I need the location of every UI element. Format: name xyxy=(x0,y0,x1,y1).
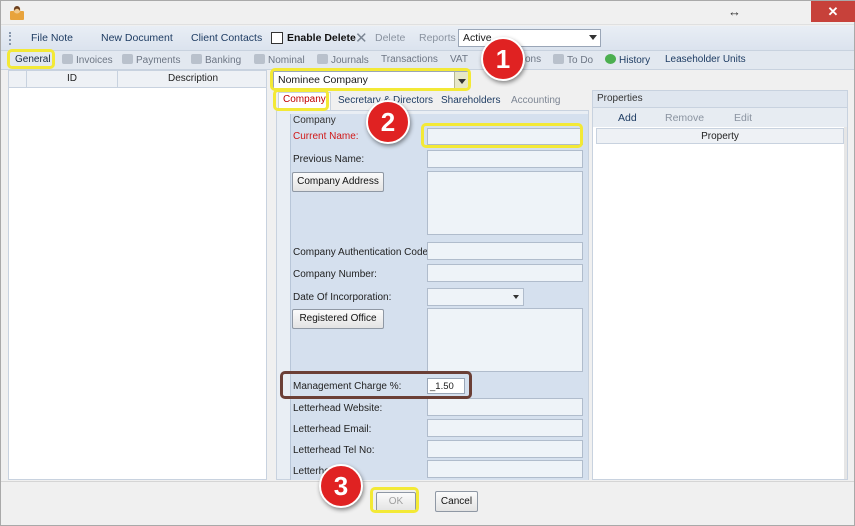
letterhead-tel-input[interactable] xyxy=(427,440,583,458)
chevron-down-icon xyxy=(589,35,597,40)
auth-code-input[interactable] xyxy=(427,242,583,260)
properties-panel: Properties Add Remove Edit Property xyxy=(592,90,848,480)
tab-secretary-directors[interactable]: Secretary & Directors xyxy=(338,95,433,106)
property-column-header[interactable]: Property xyxy=(596,128,844,144)
tab-banking-label: Banking xyxy=(205,55,242,66)
tab-to-do-label: To Do xyxy=(567,55,594,66)
tab-general[interactable]: General xyxy=(15,54,51,65)
group-title: Company xyxy=(293,115,336,126)
properties-title: Properties xyxy=(593,91,847,108)
journals-icon xyxy=(317,54,328,64)
globe-icon xyxy=(605,54,616,64)
nominal-icon xyxy=(254,54,265,64)
letterhead-fax-input[interactable] xyxy=(427,460,583,478)
tab-leaseholder-units[interactable]: Leaseholder Units xyxy=(665,54,746,65)
file-note-button[interactable]: File Note xyxy=(31,32,73,44)
tab-journals[interactable]: Journals xyxy=(317,54,369,66)
enable-delete-checkbox[interactable] xyxy=(271,32,283,44)
company-address-textarea[interactable] xyxy=(427,171,583,235)
tab-invoices-label: Invoices xyxy=(76,55,113,66)
tab-partially-hidden[interactable]: ons xyxy=(525,54,541,65)
title-bar: ↔ ✕ xyxy=(1,1,855,25)
resize-icon[interactable]: ↔ xyxy=(728,4,741,19)
delete-button[interactable]: Delete xyxy=(375,32,405,44)
tab-payments[interactable]: Payments xyxy=(122,54,180,66)
tab-to-do[interactable]: To Do xyxy=(553,54,593,66)
reports-button[interactable]: Reports xyxy=(419,32,456,44)
chevron-down-icon xyxy=(454,72,468,89)
tab-banking[interactable]: Banking xyxy=(191,54,241,66)
dialog-footer: OK Cancel xyxy=(1,481,854,525)
registered-office-button[interactable]: Registered Office xyxy=(292,309,384,329)
auth-code-label: Company Authentication Code: xyxy=(293,247,431,258)
current-name-input[interactable] xyxy=(427,128,583,145)
add-property-button[interactable]: Add xyxy=(618,112,637,124)
close-button[interactable]: ✕ xyxy=(811,1,855,22)
tab-shareholders[interactable]: Shareholders xyxy=(441,95,500,106)
banking-icon xyxy=(191,54,202,64)
remove-property-button[interactable]: Remove xyxy=(665,112,704,124)
tab-transactions[interactable]: Transactions xyxy=(381,54,438,65)
grid-header: ID Description xyxy=(9,71,266,88)
grid-col-id[interactable]: ID xyxy=(27,73,117,84)
sub-tab-bar: Company Secretary & Directors Shareholde… xyxy=(271,92,589,110)
registered-office-textarea[interactable] xyxy=(427,308,583,372)
user-icon xyxy=(10,6,24,20)
delete-icon: ✕ xyxy=(355,30,368,47)
new-document-button[interactable]: New Document xyxy=(101,32,173,44)
letterhead-email-label: Letterhead Email: xyxy=(293,424,372,435)
properties-toolbar: Add Remove Edit xyxy=(593,108,847,127)
previous-name-label: Previous Name: xyxy=(293,154,365,165)
management-charge-input[interactable]: _1.50 xyxy=(427,378,465,394)
enable-delete-label[interactable]: Enable Delete xyxy=(287,32,356,44)
tab-invoices[interactable]: Invoices xyxy=(62,54,113,66)
previous-name-input[interactable] xyxy=(427,150,583,168)
payments-icon xyxy=(122,54,133,64)
ok-button[interactable]: OK xyxy=(376,492,416,512)
company-number-label: Company Number: xyxy=(293,269,377,280)
records-grid[interactable]: ID Description xyxy=(8,70,267,480)
letterhead-email-input[interactable] xyxy=(427,419,583,437)
status-select[interactable]: Active xyxy=(458,29,601,47)
management-charge-label: Management Charge %: xyxy=(293,381,402,392)
company-address-button[interactable]: Company Address xyxy=(292,172,384,192)
scrollbar[interactable] xyxy=(844,127,847,479)
current-name-label: Current Name: xyxy=(293,131,359,142)
nav-toolbar: General Invoices Payments Banking Nomina… xyxy=(1,51,854,70)
tab-nominal-label: Nominal xyxy=(268,55,305,66)
date-of-incorporation-picker[interactable] xyxy=(427,288,524,306)
tab-accounting[interactable]: Accounting xyxy=(511,95,560,106)
letterhead-tel-label: Letterhead Tel No: xyxy=(293,445,375,456)
main-toolbar: File Note New Document Client Contacts E… xyxy=(1,26,854,51)
tab-history[interactable]: History xyxy=(605,54,650,66)
edit-property-button[interactable]: Edit xyxy=(734,112,752,124)
entity-type-value: Nominee Company xyxy=(278,74,368,86)
grid-col-description[interactable]: Description xyxy=(118,73,268,84)
client-contacts-button[interactable]: Client Contacts xyxy=(191,32,262,44)
letterhead-fax-label: Letterhe No: xyxy=(293,466,349,477)
tab-history-label: History xyxy=(619,55,651,66)
invoice-icon xyxy=(62,54,73,64)
tab-journals-label: Journals xyxy=(331,55,369,66)
tab-company[interactable]: Company xyxy=(278,92,331,110)
date-of-incorporation-label: Date Of Incorporation: xyxy=(293,292,392,303)
entity-type-select[interactable]: Nominee Company xyxy=(273,71,469,90)
tab-nominal[interactable]: Nominal xyxy=(254,54,305,66)
company-number-input[interactable] xyxy=(427,264,583,282)
calendar-icon xyxy=(553,54,564,64)
cancel-button[interactable]: Cancel xyxy=(435,491,478,512)
dialog-window: ↔ ✕ File Note New Document Client Contac… xyxy=(0,0,855,526)
letterhead-website-label: Letterhead Website: xyxy=(293,403,383,414)
toolbar-grip-icon[interactable] xyxy=(9,32,12,45)
letterhead-website-input[interactable] xyxy=(427,398,583,416)
tab-vat[interactable]: VAT xyxy=(450,54,468,65)
tab-payments-label: Payments xyxy=(136,55,181,66)
status-select-value: Active xyxy=(463,32,492,44)
